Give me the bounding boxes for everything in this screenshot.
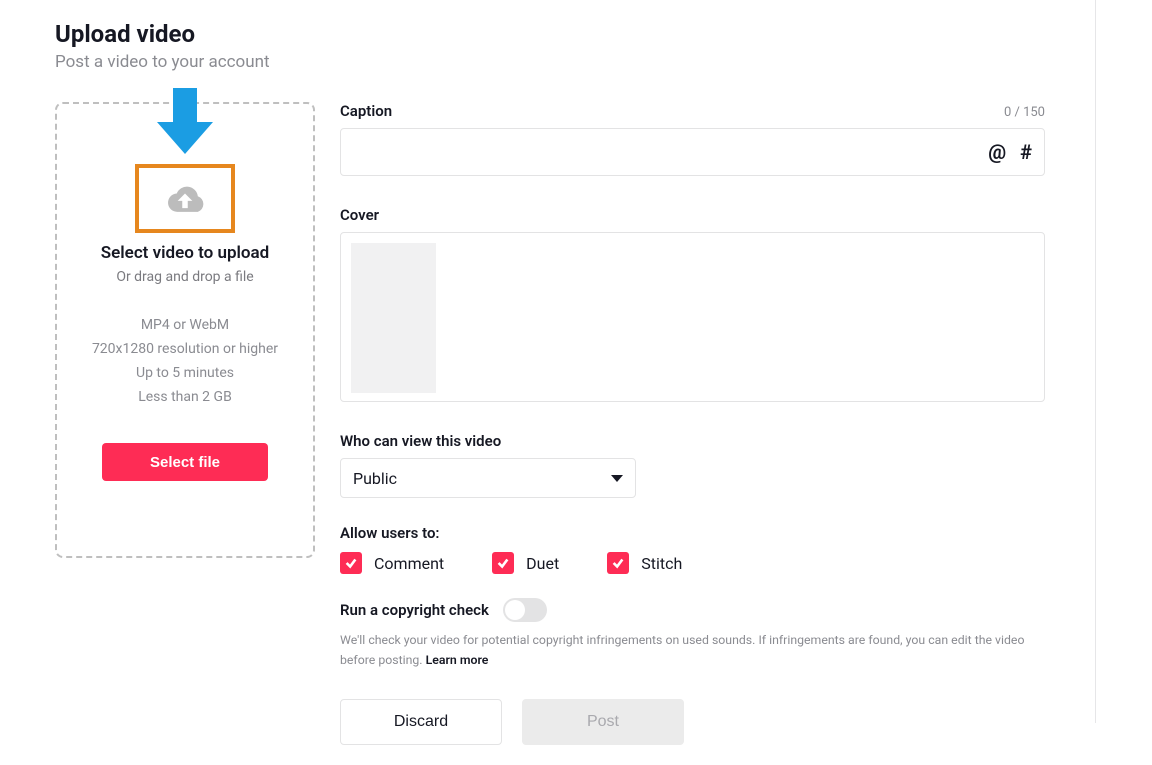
allow-duet-label: Duet (526, 554, 559, 573)
upload-title: Select video to upload (101, 243, 270, 263)
allow-stitch-item: Stitch (607, 552, 682, 574)
select-file-button[interactable]: Select file (102, 443, 268, 481)
upload-hint: MP4 or WebM (141, 317, 229, 333)
caption-label: Caption (340, 102, 392, 120)
blue-arrow-annotation (153, 88, 217, 158)
cover-label: Cover (340, 206, 1045, 224)
allow-duet-checkbox[interactable] (492, 552, 514, 574)
page-subtitle: Post a video to your account (55, 52, 1097, 72)
caption-input[interactable] (355, 144, 970, 161)
upload-hint: 720x1280 resolution or higher (92, 341, 278, 357)
cover-selector[interactable] (340, 232, 1045, 402)
privacy-selected-value: Public (353, 469, 397, 488)
mention-button[interactable]: @ (988, 140, 1006, 164)
upload-subtitle: Or drag and drop a file (116, 269, 253, 285)
privacy-select[interactable]: Public (340, 458, 636, 498)
caption-box[interactable]: @ # (340, 128, 1045, 176)
page-title: Upload video (55, 20, 1097, 48)
caption-char-count: 0 / 150 (1004, 105, 1045, 120)
right-divider (1095, 0, 1096, 723)
allow-stitch-checkbox[interactable] (607, 552, 629, 574)
cover-thumbnail-placeholder (351, 243, 436, 393)
allow-duet-item: Duet (492, 552, 559, 574)
caret-down-icon (611, 475, 623, 482)
content: Select video to upload Or drag and drop … (55, 102, 1097, 745)
cloud-upload-icon (163, 182, 207, 216)
discard-button[interactable]: Discard (340, 699, 502, 745)
upload-dropzone[interactable]: Select video to upload Or drag and drop … (55, 102, 315, 558)
allow-comment-item: Comment (340, 552, 444, 574)
hashtag-button[interactable]: # (1020, 140, 1032, 164)
upload-hint: Up to 5 minutes (136, 365, 234, 381)
copyright-toggle[interactable] (503, 598, 547, 622)
toggle-knob (505, 600, 525, 620)
check-icon (344, 556, 358, 570)
privacy-label: Who can view this video (340, 432, 1045, 450)
upload-icon-highlight (135, 164, 235, 233)
check-icon (496, 556, 510, 570)
allow-comment-checkbox[interactable] (340, 552, 362, 574)
allow-comment-label: Comment (374, 554, 444, 573)
upload-hint: Less than 2 GB (138, 389, 232, 405)
allow-stitch-label: Stitch (641, 554, 682, 573)
copyright-description: We'll check your video for potential cop… (340, 632, 1045, 671)
check-icon (611, 556, 625, 570)
copyright-label: Run a copyright check (340, 601, 489, 619)
post-button[interactable]: Post (522, 699, 684, 745)
allow-label: Allow users to: (340, 524, 1045, 542)
learn-more-link[interactable]: Learn more (426, 654, 489, 668)
form-panel: Caption 0 / 150 @ # Cover Who can view t… (340, 102, 1045, 745)
